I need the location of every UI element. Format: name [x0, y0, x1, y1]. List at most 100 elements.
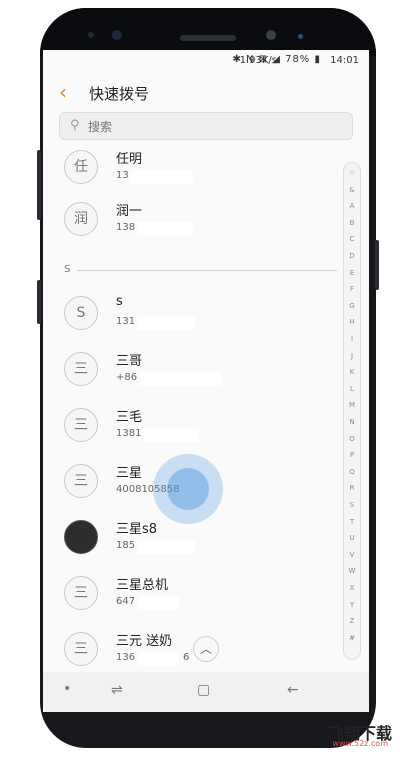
- contact-number: +86: [116, 372, 138, 383]
- contact-row[interactable]: 三 三哥 +86: [43, 344, 343, 400]
- nav-dot[interactable]: •: [63, 681, 71, 697]
- contact-number-tail: 6: [183, 652, 190, 663]
- status-icons: ✱ N ⊠ ◢ 78% ▮: [232, 54, 321, 65]
- top-bezel: [40, 8, 376, 56]
- index-letter[interactable]: U: [344, 534, 360, 542]
- contact-name: 三星s8: [116, 522, 158, 537]
- watermark: 飞翔下载 www.52z.com: [304, 720, 392, 750]
- index-letter[interactable]: H: [344, 318, 360, 326]
- index-letter[interactable]: I: [344, 335, 360, 343]
- contact-list[interactable]: 任 任明 13 润 润一 138 S S s 131 三 三哥 +86 三 三毛: [43, 142, 343, 672]
- contact-row[interactable]: 任 任明 13: [43, 142, 343, 198]
- status-time: 14:01: [330, 55, 359, 66]
- contact-avatar: 三: [64, 408, 98, 442]
- index-letter[interactable]: Z: [344, 617, 360, 625]
- redaction: [131, 170, 193, 184]
- contact-number: 138: [116, 222, 136, 233]
- touch-ripple: [153, 454, 223, 524]
- index-letter[interactable]: #: [344, 634, 360, 642]
- chevron-up-icon[interactable]: ︿: [193, 636, 219, 662]
- search-box[interactable]: ⚲: [59, 112, 353, 140]
- navigation-bar: • ⇌ ▢ ←: [43, 672, 369, 712]
- contact-name: s: [116, 294, 123, 309]
- earpiece-speaker: [180, 35, 236, 41]
- index-letter[interactable]: &: [344, 186, 360, 194]
- index-letter[interactable]: K: [344, 368, 360, 376]
- contact-number: 1381: [116, 428, 142, 439]
- index-letter[interactable]: X: [344, 584, 360, 592]
- status-bar: 1.93K/s ✱ N ⊠ ◢ 78% ▮ 14:01: [43, 50, 369, 70]
- contact-avatar: 任: [64, 150, 98, 184]
- contact-name: 三星: [116, 466, 143, 481]
- contact-name: 润一: [116, 204, 143, 219]
- bixby-button: [37, 280, 41, 324]
- chevron-left-icon[interactable]: ‹: [59, 80, 67, 104]
- volume-button: [37, 150, 41, 220]
- index-letter[interactable]: S: [344, 501, 360, 509]
- index-letter[interactable]: N: [344, 418, 360, 426]
- contact-number: 185: [116, 540, 136, 551]
- contact-avatar: 三: [64, 576, 98, 610]
- redaction: [139, 372, 221, 386]
- home-icon[interactable]: ▢: [197, 682, 210, 698]
- page-title: 快速拨号: [89, 85, 150, 103]
- index-letter[interactable]: J: [344, 352, 360, 360]
- contact-number: 136: [116, 652, 136, 663]
- section-header: S: [64, 264, 71, 275]
- contact-row[interactable]: 三 三星总机 647: [43, 568, 343, 624]
- contact-name: 三哥: [116, 354, 143, 369]
- power-button: [375, 240, 379, 290]
- index-letter[interactable]: O: [344, 435, 360, 443]
- index-letter[interactable]: M: [344, 401, 360, 409]
- index-letter[interactable]: V: [344, 551, 360, 559]
- index-letter[interactable]: F: [344, 285, 360, 293]
- app-bar: ‹ 快速拨号: [43, 74, 369, 114]
- contact-number: 131: [116, 316, 136, 327]
- index-letter[interactable]: W: [344, 567, 360, 575]
- back-icon[interactable]: ←: [287, 682, 299, 698]
- redaction: [139, 652, 179, 666]
- phone-screen: 1.93K/s ✱ N ⊠ ◢ 78% ▮ 14:01 ‹ 快速拨号 ⚲ 任 任…: [43, 50, 369, 712]
- contact-avatar: 润: [64, 202, 98, 236]
- front-camera: [112, 30, 122, 40]
- index-letter[interactable]: T: [344, 518, 360, 526]
- contact-avatar: 三: [64, 464, 98, 498]
- contact-number: 13: [116, 170, 129, 181]
- index-letter[interactable]: ☆: [344, 169, 360, 177]
- redaction: [139, 596, 179, 610]
- redaction: [137, 540, 195, 554]
- proximity-sensor: [298, 34, 303, 39]
- contact-number: 647: [116, 596, 136, 607]
- contact-row[interactable]: S s 131: [43, 288, 343, 344]
- index-letter[interactable]: A: [344, 202, 360, 210]
- touch-point: [167, 468, 209, 510]
- index-letter[interactable]: B: [344, 219, 360, 227]
- redaction: [137, 222, 193, 236]
- index-letter[interactable]: E: [344, 269, 360, 277]
- index-letter[interactable]: C: [344, 235, 360, 243]
- contact-name: 三星总机: [116, 578, 169, 593]
- section-divider: [77, 270, 337, 271]
- index-letter[interactable]: P: [344, 451, 360, 459]
- contact-name: 三毛: [116, 410, 143, 425]
- redaction: [143, 428, 199, 442]
- index-letter[interactable]: D: [344, 252, 360, 260]
- contact-photo: [64, 520, 98, 554]
- contact-name: 三元 送奶: [116, 634, 173, 649]
- contact-row[interactable]: 三 三毛 1381: [43, 400, 343, 456]
- index-letter[interactable]: G: [344, 302, 360, 310]
- contact-row[interactable]: 润 润一 138: [43, 194, 343, 250]
- index-letter[interactable]: Y: [344, 601, 360, 609]
- recent-apps-icon[interactable]: ⇌: [111, 682, 123, 698]
- contact-avatar: 三: [64, 352, 98, 386]
- contact-avatar: S: [64, 296, 98, 330]
- search-icon: ⚲: [70, 118, 80, 133]
- sensor-dot: [88, 32, 94, 38]
- index-letter[interactable]: L: [344, 385, 360, 393]
- index-letter[interactable]: Q: [344, 468, 360, 476]
- alphabet-index-bar[interactable]: ☆ & A B C D E F G H I J K L M N O P Q R S T U V W X Y Z #: [343, 162, 361, 660]
- contact-name: 任明: [116, 152, 143, 167]
- index-letter[interactable]: R: [344, 484, 360, 492]
- contact-avatar: 三: [64, 632, 98, 666]
- search-input[interactable]: [88, 117, 338, 137]
